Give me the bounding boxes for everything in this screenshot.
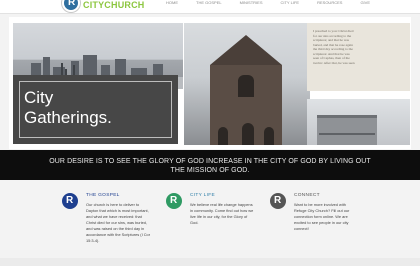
church-building-image bbox=[184, 23, 310, 145]
logo-icon bbox=[62, 0, 80, 12]
mission-statement: OUR DESIRE IS TO SEE THE GLORY OF GOD IN… bbox=[49, 158, 371, 174]
connect-icon[interactable]: R bbox=[270, 193, 286, 209]
connect-text: Want to be more involved with Refuge Cit… bbox=[294, 202, 350, 231]
gospel-icon[interactable]: R bbox=[62, 193, 78, 209]
city-life-title[interactable]: CITY LIFE bbox=[190, 193, 215, 198]
bible-text: I preached to you: Christ died for our s… bbox=[313, 29, 355, 65]
nav-item-ministries[interactable]: Ministries bbox=[240, 0, 263, 5]
nav-item-give[interactable]: Give bbox=[360, 0, 370, 5]
gospel-title[interactable]: THE GOSPEL bbox=[86, 193, 120, 198]
city-gatherings-panel[interactable]: City Gatherings. bbox=[13, 75, 178, 144]
bible-page-image: I preached to you: Christ died for our s… bbox=[307, 23, 410, 91]
nav-item-city-life[interactable]: City Life bbox=[280, 0, 299, 5]
footer-strip bbox=[0, 258, 420, 266]
nav-item-resources[interactable]: Resources bbox=[317, 0, 342, 5]
city-life-icon[interactable]: R bbox=[166, 193, 182, 209]
hero-title: City Gatherings. bbox=[24, 88, 112, 127]
mission-banner: OUR DESIRE IS TO SEE THE GLORY OF GOD IN… bbox=[0, 150, 420, 180]
site-logo[interactable]: CITYCHURCH bbox=[62, 0, 145, 12]
gospel-text: Our church is here to deliver to Dayton … bbox=[86, 202, 151, 243]
site-header: CITYCHURCH Home The Gospel Ministries Ci… bbox=[0, 0, 420, 14]
connect-title[interactable]: CONNECT bbox=[294, 193, 320, 198]
modern-building-image bbox=[307, 99, 410, 145]
hero-collage: City Gatherings. I preached to you: Chri… bbox=[9, 17, 411, 149]
city-life-text: We believe real life change happens in c… bbox=[190, 202, 254, 225]
logo-text: CITYCHURCH bbox=[83, 0, 145, 10]
nav-item-the-gospel[interactable]: The Gospel bbox=[196, 0, 222, 5]
title-frame: City Gatherings. bbox=[19, 81, 172, 138]
main-nav: Home The Gospel Ministries City Life Res… bbox=[166, 0, 370, 5]
nav-item-home[interactable]: Home bbox=[166, 0, 178, 5]
